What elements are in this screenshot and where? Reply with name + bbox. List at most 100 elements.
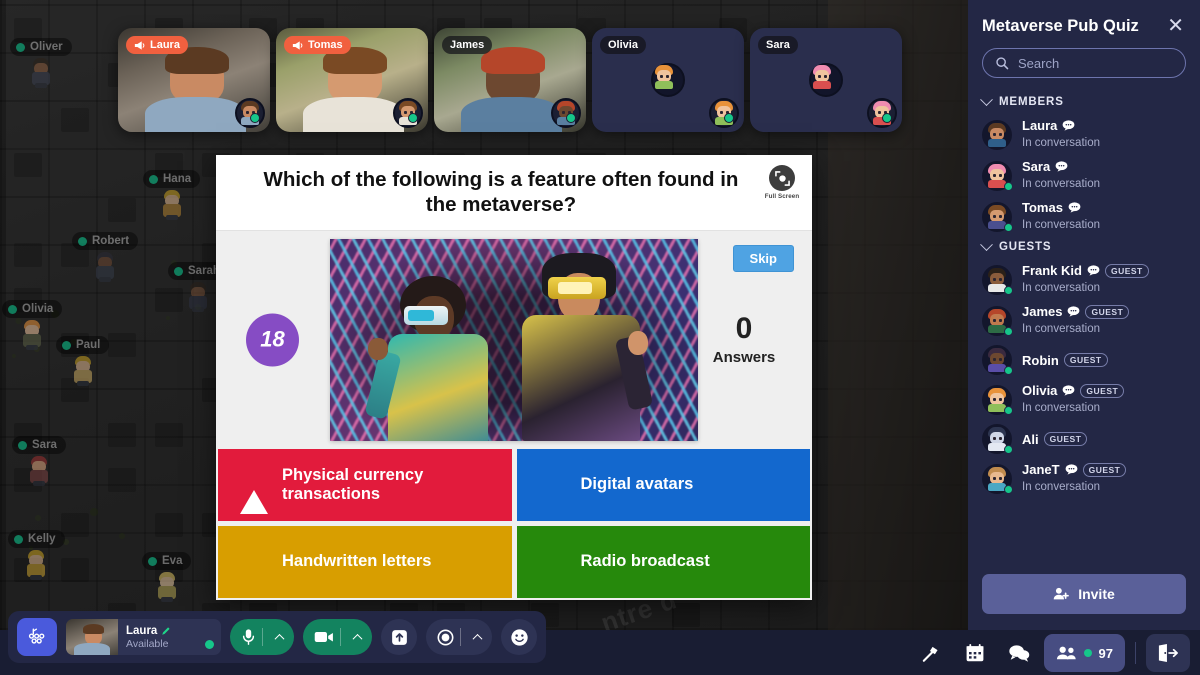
map-online-dot (174, 266, 183, 276)
participant-row[interactable]: Robin GUEST (968, 341, 1200, 379)
square-icon (539, 549, 565, 575)
video-tile-avatar-bubble (867, 98, 897, 128)
avatar (982, 201, 1013, 232)
emoji-button[interactable] (501, 619, 537, 655)
video-tile[interactable]: James (434, 28, 586, 132)
user-name-row: Laura (126, 625, 171, 637)
camera-button[interactable] (303, 619, 372, 655)
fullscreen-button[interactable]: Full Screen (761, 165, 803, 200)
invite-button[interactable]: Invite (982, 574, 1186, 614)
people-icon (1056, 646, 1076, 660)
map-sprite (72, 356, 94, 386)
map-online-dot (148, 556, 157, 566)
map-online-dot (8, 304, 17, 314)
camera-options-chevron-icon[interactable] (352, 633, 363, 644)
video-tile[interactable]: Laura (118, 28, 270, 132)
video-tile[interactable]: Sara (750, 28, 902, 132)
answer-option[interactable]: Physical currency transactions (218, 448, 512, 521)
map-avatar-eva[interactable]: Eva (142, 552, 192, 602)
megaphone-icon (292, 40, 303, 50)
guest-badge: GUEST (1080, 383, 1125, 398)
participant-status: In conversation (1022, 137, 1100, 149)
video-tile[interactable]: Tomas (276, 28, 428, 132)
online-status-dot (1004, 181, 1013, 191)
video-tile-name: Tomas (308, 39, 343, 51)
build-button[interactable] (912, 634, 950, 672)
participant-info: Ali GUEST (1022, 431, 1088, 447)
chat-bubble-icon (1065, 464, 1077, 475)
map-nametag: Sara (12, 436, 66, 454)
quiz-image-figure-left (364, 266, 500, 441)
participant-name: JaneT (1022, 462, 1060, 477)
participant-name: Ali (1022, 431, 1039, 447)
section-header-guests[interactable]: GUESTS (968, 237, 1200, 259)
calendar-button[interactable] (956, 634, 994, 672)
avatar (982, 119, 1012, 150)
participant-name-row: JaneT GUEST (1022, 462, 1127, 477)
answer-option[interactable]: Digital avatars (516, 448, 810, 521)
map-avatar-olivia[interactable]: Olivia (2, 300, 63, 350)
map-online-dot (62, 340, 71, 350)
answer-option[interactable]: Handwritten letters (218, 525, 512, 598)
microphone-button[interactable] (230, 619, 294, 655)
video-tile-avatar-bubble (393, 98, 423, 128)
map-nametag: Eva (142, 552, 192, 570)
map-avatar-sara[interactable]: Sara (12, 436, 66, 486)
chat-icon (1008, 645, 1029, 662)
chat-button[interactable] (1000, 634, 1038, 672)
participant-row[interactable]: James GUEST In conversation (968, 300, 1200, 341)
fullscreen-icon (769, 165, 795, 191)
skip-button[interactable]: Skip (732, 244, 794, 272)
map-avatar-robert[interactable]: Robert (72, 232, 139, 282)
map-avatar-name: Olivia (22, 303, 54, 315)
toolbar-divider (1135, 642, 1136, 664)
participant-name-row: Frank Kid GUEST (1022, 263, 1149, 278)
map-avatar-kelly[interactable]: Kelly (8, 530, 65, 580)
record-button[interactable] (426, 619, 492, 655)
section-header-members[interactable]: MEMBERS (968, 92, 1200, 114)
video-tile[interactable]: Olivia (592, 28, 744, 132)
record-icon (437, 629, 454, 645)
camera-off-avatar (651, 63, 685, 97)
bottom-toolbar-left: Laura Available (8, 611, 546, 663)
participant-name: James (1022, 304, 1063, 319)
hammer-icon (922, 646, 938, 662)
map-avatar-oliver[interactable]: Oliver (10, 38, 72, 88)
participant-row[interactable]: Tomas In conversation (968, 196, 1200, 237)
circle-icon (240, 549, 266, 575)
answer-option-text: Physical currency transactions (282, 465, 424, 503)
user-video-thumbnail (66, 619, 118, 655)
participant-row[interactable]: Olivia GUEST In conversation (968, 379, 1200, 420)
chevron-down-icon (980, 92, 993, 106)
map-avatar-hana[interactable]: Hana (143, 170, 201, 220)
exit-button[interactable] (1146, 634, 1190, 672)
screenshare-button[interactable] (381, 619, 417, 655)
close-icon[interactable]: ✕ (1165, 16, 1186, 36)
participant-name: Tomas (1022, 200, 1063, 215)
microphone-options-chevron-icon[interactable] (274, 633, 285, 644)
record-options-chevron-icon[interactable] (472, 633, 483, 644)
participant-row[interactable]: JaneT GUEST In conversation (968, 458, 1200, 499)
avatar (982, 384, 1013, 415)
participant-row[interactable]: Ali GUEST (968, 420, 1200, 458)
participant-row[interactable]: Laura In conversation (968, 114, 1200, 155)
participant-info: Laura In conversation (1022, 118, 1100, 151)
user-online-dot (205, 640, 214, 649)
answer-option[interactable]: Radio broadcast (516, 525, 810, 598)
chat-bubble-icon (1063, 385, 1075, 396)
participants-button[interactable]: 97 (1043, 634, 1125, 672)
search-placeholder: Search (1018, 55, 1060, 71)
map-online-dot (14, 534, 23, 544)
participant-status: In conversation (1022, 481, 1100, 493)
search-input[interactable]: Search (982, 48, 1186, 78)
map-sprite (156, 572, 178, 602)
map-online-dot (78, 236, 87, 246)
diamond-icon (539, 472, 565, 498)
map-avatar-paul[interactable]: Paul (56, 336, 110, 386)
participant-row[interactable]: Sara In conversation (968, 155, 1200, 196)
pencil-icon (162, 626, 170, 635)
user-status-chip[interactable]: Laura Available (66, 619, 221, 655)
gather-logo-icon[interactable] (17, 618, 57, 656)
participant-row[interactable]: Frank Kid GUEST In conversation (968, 259, 1200, 300)
quiz-panel: Which of the following is a feature ofte… (216, 155, 812, 600)
